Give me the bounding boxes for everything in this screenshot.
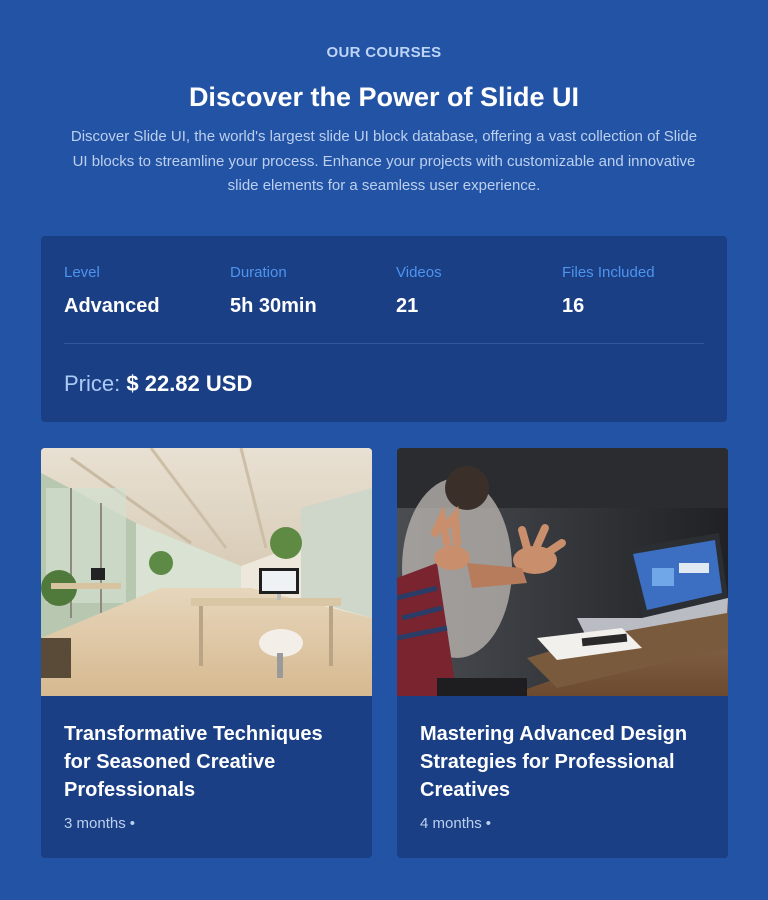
stat-label: Duration [230,264,287,281]
course-card[interactable]: Mastering Advanced Design Strategies for… [397,448,728,858]
course-duration: 3 months [64,815,126,832]
laptop-meeting-photo [397,448,728,696]
stat-value: 16 [562,295,585,317]
price: Price: $ 22.82 USD [64,371,252,397]
course-title[interactable]: Transformative Techniques for Seasoned C… [64,720,354,804]
stat-value: 21 [396,295,419,317]
bullet-separator: • [129,815,135,832]
stat-duration: Duration 5h 30min [230,264,390,318]
stat-videos: Videos 21 [396,264,556,318]
page-description: Discover Slide UI, the world's largest s… [70,128,698,194]
course-duration: 4 months [420,815,482,832]
stat-value: 5h 30min [230,295,317,317]
price-label: Price: [64,371,121,396]
office-interior-photo [41,448,372,696]
course-card[interactable]: Transformative Techniques for Seasoned C… [41,448,372,858]
price-value: $ 22.82 USD [126,371,253,396]
stat-files: Files Included 16 [562,264,722,318]
stat-label: Level [64,264,100,281]
stat-label: Videos [396,264,442,281]
divider [64,343,704,344]
course-title[interactable]: Mastering Advanced Design Strategies for… [420,720,710,804]
stat-level: Level Advanced [64,264,224,318]
stat-label: Files Included [562,264,655,281]
course-meta: 3 months • [64,815,135,832]
course-meta: 4 months • [420,815,491,832]
bullet-separator: • [485,815,491,832]
course-info-card: Level Advanced Duration 5h 30min Videos … [41,236,727,422]
page-title: Discover the Power of Slide UI [188,82,580,112]
eyebrow-label: OUR COURSES [326,44,442,61]
stat-value: Advanced [64,295,160,317]
